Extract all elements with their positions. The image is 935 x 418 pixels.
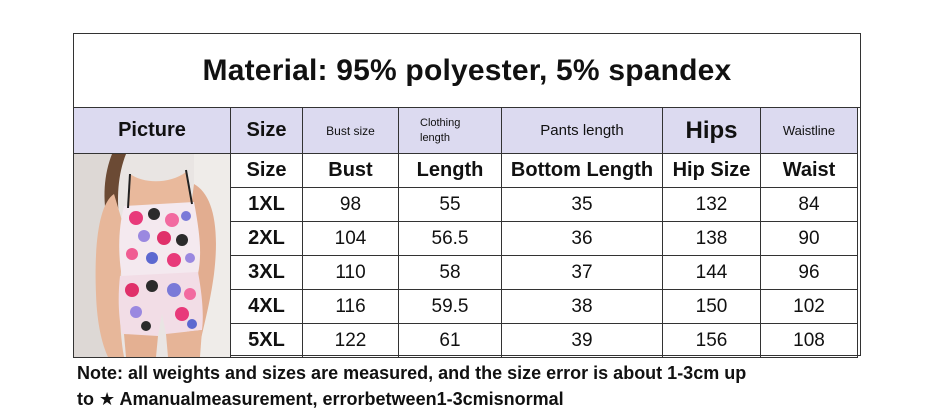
note-line-1: Note: all weights and sizes are measured… <box>77 363 747 383</box>
header-row: Picture Size Bust size Clothing length P… <box>73 107 858 154</box>
length-cell: 61 <box>398 323 502 358</box>
waist-cell: 102 <box>760 289 858 324</box>
hip-cell: 132 <box>662 187 761 222</box>
bust-cell: 116 <box>302 289 399 324</box>
header-waistline: Waistline <box>760 107 858 154</box>
subheader-size: Size <box>230 153 303 188</box>
header-clothing-length-text: Clothing length <box>420 116 461 144</box>
material-title: Material: 95% polyester, 5% spandex <box>74 34 860 108</box>
header-picture: Picture <box>73 107 231 154</box>
hip-cell: 156 <box>662 323 761 358</box>
header-bust-size: Bust size <box>302 107 399 154</box>
pajama-model-image <box>74 154 230 357</box>
subheader-waist: Waist <box>760 153 858 188</box>
hip-cell: 144 <box>662 255 761 290</box>
bust-cell: 110 <box>302 255 399 290</box>
size-cell: 5XL <box>230 323 303 358</box>
bottom-length-cell: 36 <box>501 221 663 256</box>
length-cell: 58 <box>398 255 502 290</box>
header-pants-length: Pants length <box>501 107 663 154</box>
bottom-length-cell: 37 <box>501 255 663 290</box>
size-cell: 2XL <box>230 221 303 256</box>
bottom-length-cell: 35 <box>501 187 663 222</box>
waist-cell: 84 <box>760 187 858 222</box>
note-line-2: to ★ Amanualmeasurement, errorbetween1-3… <box>77 389 564 409</box>
header-size: Size <box>230 107 303 154</box>
bottom-length-cell: 39 <box>501 323 663 358</box>
size-cell: 3XL <box>230 255 303 290</box>
subheader-hip-size: Hip Size <box>662 153 761 188</box>
hip-cell: 150 <box>662 289 761 324</box>
bust-cell: 122 <box>302 323 399 358</box>
length-cell: 56.5 <box>398 221 502 256</box>
subheader-length: Length <box>398 153 502 188</box>
size-cell: 1XL <box>230 187 303 222</box>
size-table: Picture Size Bust size Clothing length P… <box>73 107 858 358</box>
subheader-row: Size Bust Length Bottom Length Hip Size … <box>73 153 858 358</box>
header-clothing-length: Clothing length <box>398 107 502 154</box>
waist-cell: 90 <box>760 221 858 256</box>
bottom-length-cell: 38 <box>501 289 663 324</box>
size-chart: Material: 95% polyester, 5% spandex Pict… <box>73 33 861 358</box>
bust-cell: 98 <box>302 187 399 222</box>
length-cell: 59.5 <box>398 289 502 324</box>
hip-cell: 138 <box>662 221 761 256</box>
length-cell: 55 <box>398 187 502 222</box>
header-hips: Hips <box>662 107 761 154</box>
size-cell: 4XL <box>230 289 303 324</box>
bust-cell: 104 <box>302 221 399 256</box>
product-photo <box>73 153 231 358</box>
subheader-bust: Bust <box>302 153 399 188</box>
subheader-bottom-length: Bottom Length <box>501 153 663 188</box>
waist-cell: 96 <box>760 255 858 290</box>
measurement-note: Note: all weights and sizes are measured… <box>77 360 877 412</box>
waist-cell: 108 <box>760 323 858 358</box>
